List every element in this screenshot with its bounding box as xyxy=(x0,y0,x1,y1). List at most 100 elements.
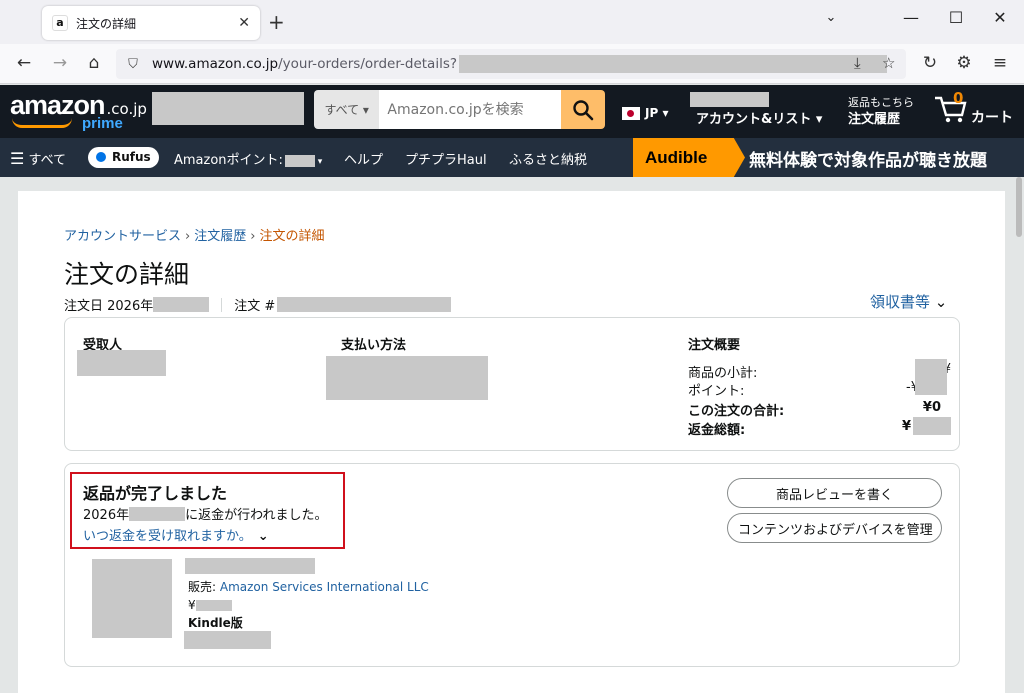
amazon-prime-logo[interactable]: amazon .co.jp prime xyxy=(10,90,147,132)
product-image[interactable] xyxy=(92,559,172,638)
search-button[interactable] xyxy=(561,90,605,129)
product-title-redacted[interactable] xyxy=(185,558,315,574)
url-path: /your-orders/order-details? xyxy=(278,56,458,72)
refund-amount-redacted xyxy=(913,417,951,435)
new-tab-icon[interactable]: + xyxy=(268,10,285,34)
receipt-label: 領収書等 xyxy=(870,293,931,311)
audible-logo: Audible xyxy=(633,138,745,177)
subtotal-label: 商品の小計: xyxy=(688,366,758,381)
rufus-button[interactable]: Rufus xyxy=(88,147,159,168)
refund-timing-label: いつ返金を受け取れますか。 xyxy=(83,529,252,544)
seller-link[interactable]: Amazon Services International LLC xyxy=(220,580,429,594)
price-redacted xyxy=(195,599,232,611)
search-category-select[interactable]: すべて ▾ xyxy=(314,90,380,129)
search-input[interactable] xyxy=(379,90,562,129)
rufus-label: Rufus xyxy=(112,150,151,164)
tab-list-chevron-icon[interactable]: ⌄ xyxy=(816,10,846,25)
page-scrollbar[interactable] xyxy=(1016,177,1022,237)
payment-redacted xyxy=(326,356,488,400)
points-label: Amazonポイント: xyxy=(174,153,283,168)
reload-icon[interactable]: ↻ xyxy=(918,53,942,73)
save-page-icon[interactable]: ⤓ xyxy=(854,54,861,72)
refund-total-value: ¥ xyxy=(901,419,911,434)
tab-title: 注文の詳細 xyxy=(76,16,137,31)
divider xyxy=(221,297,223,312)
order-total-row: この注文の合計: ¥0 xyxy=(688,400,951,419)
order-number-redacted xyxy=(277,297,452,312)
menu-icon[interactable]: ≡ xyxy=(988,53,1012,73)
home-icon[interactable]: ⌂ xyxy=(82,53,106,73)
chevron-down-icon: ▾ xyxy=(314,157,323,167)
refund-timing-link[interactable]: いつ返金を受け取れますか。 ⌄ xyxy=(83,525,269,544)
order-meta: 注文日 2026年 注文 # xyxy=(64,295,452,314)
breadcrumb: アカウントサービス › 注文履歴 › 注文の詳細 xyxy=(64,225,324,244)
points-row-label: ポイント: xyxy=(688,384,745,399)
language-label: JP ▾ xyxy=(645,106,669,120)
return-status-title: 返品が完了しました xyxy=(83,484,228,503)
amazon-subnav: ☰ すべて Rufus Amazonポイント: ▾ ヘルプ プチプラHaul ふ… xyxy=(0,138,1024,177)
help-link[interactable]: ヘルプ xyxy=(344,149,383,168)
cart-label: カート xyxy=(971,110,1013,126)
price-line: ¥ xyxy=(188,598,232,612)
cart-button[interactable]: 0 カート xyxy=(933,89,1013,127)
browser-tab[interactable]: a 注文の詳細 ✕ xyxy=(42,6,260,40)
language-selector[interactable]: JP ▾ xyxy=(622,106,668,120)
search-icon xyxy=(573,99,594,120)
refund-date-line: 2026年 に返金が行われました。 xyxy=(83,504,327,523)
search-bar: すべて ▾ xyxy=(314,90,605,129)
bookmark-star-icon[interactable]: ☆ xyxy=(882,54,895,72)
url-bar[interactable]: ⛉ www.amazon.co.jp/your-orders/order-det… xyxy=(116,49,906,79)
amazon-favicon-icon: a xyxy=(52,15,68,31)
rufus-icon xyxy=(96,152,106,162)
cart-count: 0 xyxy=(953,89,964,107)
subtotal-row: 商品の小計: ¥ xyxy=(688,362,951,381)
browser-tabbar: a 注文の詳細 ✕ + ⌄ — ☐ ✕ xyxy=(0,0,1024,44)
shield-icon[interactable]: ⛉ xyxy=(124,57,142,72)
breadcrumb-separator: › xyxy=(185,229,191,244)
delivery-address-redacted[interactable] xyxy=(152,92,304,125)
account-name-redacted xyxy=(690,92,769,107)
refund-date-prefix: 2026年 xyxy=(83,508,130,523)
order-number-label: 注文 # xyxy=(234,299,276,314)
chevron-down-icon: ⌄ xyxy=(257,529,269,544)
logo-smile-icon xyxy=(12,118,72,128)
order-date-label: 注文日 2026年 xyxy=(64,299,154,314)
close-tab-icon[interactable]: ✕ xyxy=(238,15,250,31)
breadcrumb-separator: › xyxy=(250,229,256,244)
refund-date-redacted xyxy=(129,506,186,521)
browser-navbar: ← → ⌂ ⛉ www.amazon.co.jp/your-orders/ord… xyxy=(0,44,1024,84)
breadcrumb-history[interactable]: 注文履歴 xyxy=(194,229,246,244)
manage-content-button[interactable]: コンテンツおよびデバイスを管理 xyxy=(727,513,942,543)
seller-line: 販売: Amazon Services International LLC xyxy=(188,578,429,595)
furusato-link[interactable]: ふるさと納税 xyxy=(509,149,587,168)
payment-label: 支払い方法 xyxy=(341,338,407,353)
window-close-icon[interactable]: ✕ xyxy=(985,8,1015,27)
back-icon[interactable]: ← xyxy=(12,53,36,73)
seller-label: 販売: xyxy=(188,580,217,594)
price-currency: ¥ xyxy=(188,598,196,612)
all-menu-button[interactable]: ☰ すべて xyxy=(10,149,66,168)
maximize-icon[interactable]: ☐ xyxy=(941,8,971,27)
chevron-down-icon: ⌄ xyxy=(934,293,948,311)
order-date-redacted xyxy=(153,297,210,312)
amazon-points-link[interactable]: Amazonポイント: ▾ xyxy=(174,149,322,168)
breadcrumb-account[interactable]: アカウントサービス xyxy=(64,229,181,244)
settings-gear-icon[interactable]: ⚙ xyxy=(952,53,976,73)
hamburger-icon: ☰ xyxy=(10,149,25,168)
forward-icon[interactable]: → xyxy=(48,53,72,73)
account-and-lists[interactable]: アカウント&リスト ▾ xyxy=(696,108,822,127)
write-review-button[interactable]: 商品レビューを書く xyxy=(727,478,942,508)
page-title: 注文の詳細 xyxy=(64,260,190,289)
receipt-dropdown[interactable]: 領収書等 ⌄ xyxy=(870,291,947,312)
audible-banner[interactable]: Audible 無料体験で対象作品が聴き放題 xyxy=(633,138,1024,177)
overview-label: 注文概要 xyxy=(688,338,741,353)
points-redacted xyxy=(284,154,315,167)
haul-link[interactable]: プチプラHaul xyxy=(405,149,487,168)
logo-prime: prime xyxy=(82,115,123,132)
order-total-label: この注文の合計: xyxy=(688,404,785,419)
url-text: www.amazon.co.jp/your-orders/order-detai… xyxy=(152,56,457,72)
amount-redacted xyxy=(915,359,947,395)
minimize-icon[interactable]: — xyxy=(896,8,926,27)
orders-link[interactable]: 注文履歴 xyxy=(848,108,900,127)
all-menu-label: すべて xyxy=(28,153,67,168)
